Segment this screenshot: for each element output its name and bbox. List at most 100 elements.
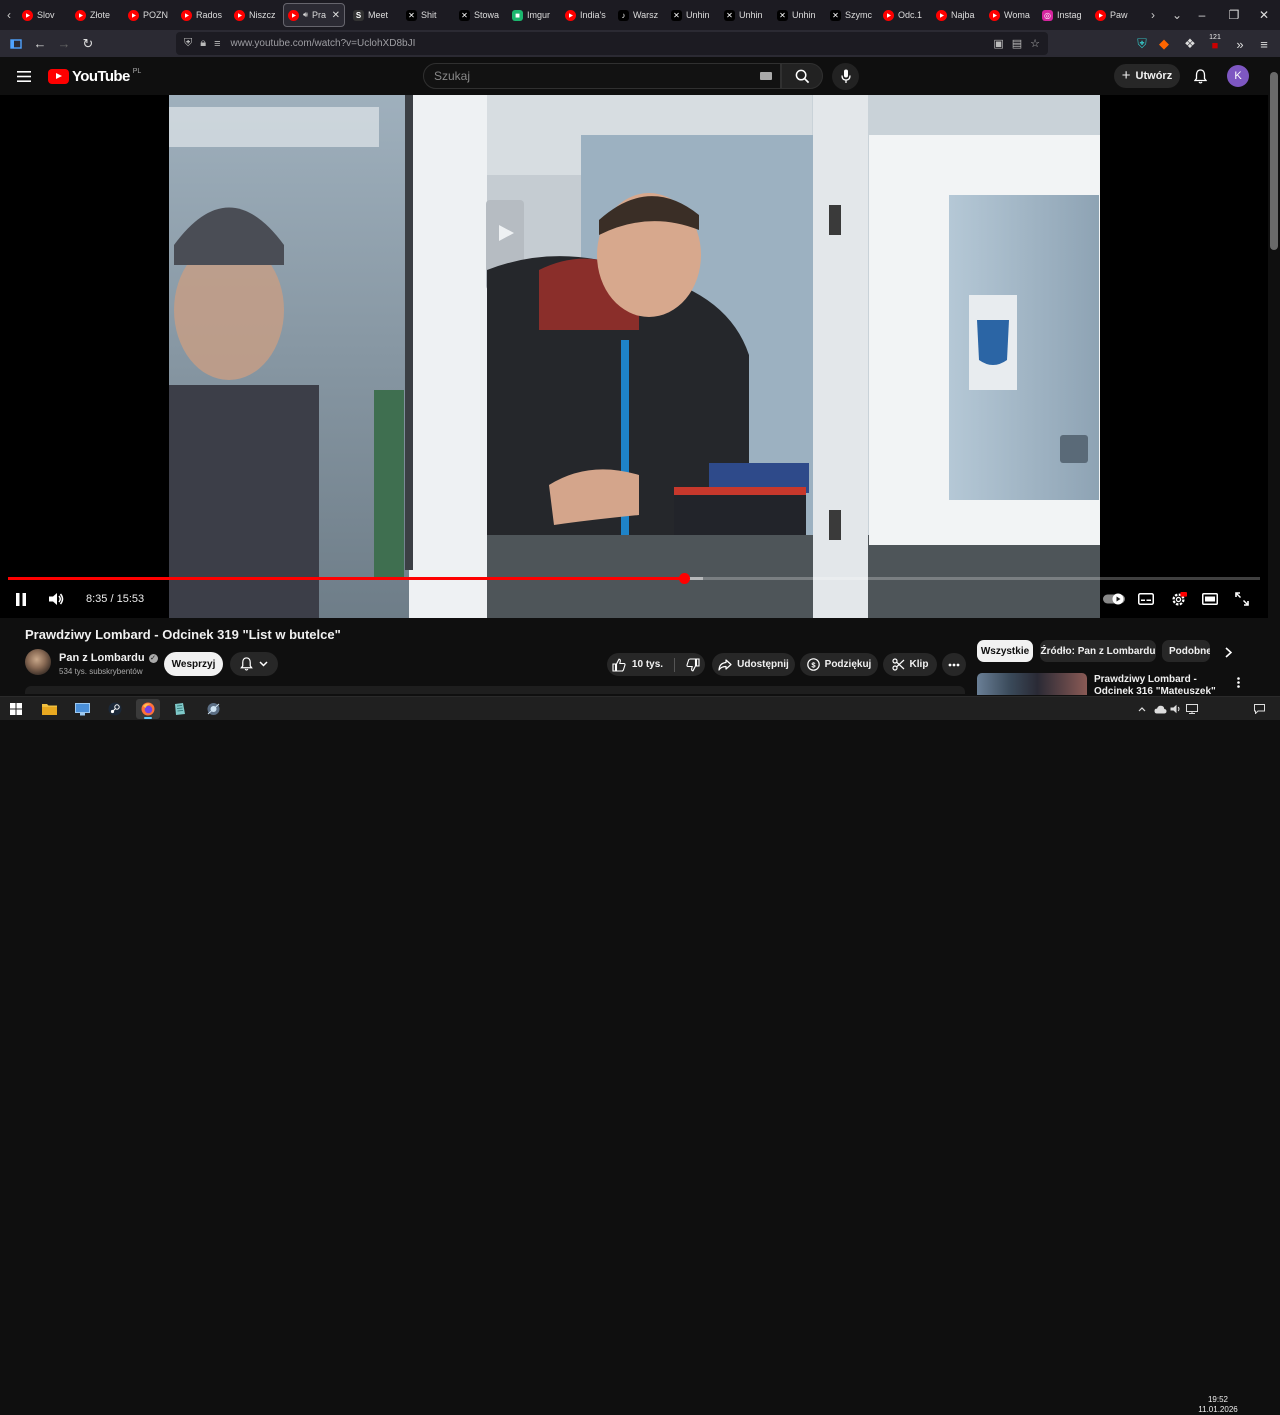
recommendation-title[interactable]: Prawdziwy Lombard - Odcinek 316 "Mateusz… — [1094, 674, 1234, 696]
more-tools-icon[interactable]: » — [1228, 32, 1252, 56]
browser-tab[interactable]: S Meet — [349, 3, 398, 27]
steam-icon[interactable] — [103, 699, 127, 719]
browser-tab-strip: ‹ Slov Złote POZN Rados Niszcz 🔊︎ Pra ✕ S Meet ✕ Sh… — [0, 0, 1280, 30]
browser-tab[interactable]: Najba — [932, 3, 981, 27]
restore-icon[interactable]: ❐ — [1218, 0, 1250, 30]
browser-tab[interactable]: Niszcz — [230, 3, 279, 27]
bookmark-star-icon[interactable]: ☆ — [1030, 37, 1040, 50]
notifications-bell-icon[interactable] — [1190, 66, 1210, 86]
fullscreen-button[interactable] — [1230, 587, 1254, 611]
lock-icon[interactable]: 🔒︎ — [200, 37, 206, 50]
settings-button[interactable] — [1166, 587, 1190, 611]
close-tab-icon[interactable]: ✕ — [332, 10, 340, 21]
notification-center-icon[interactable] — [1250, 699, 1268, 719]
youtube-logo[interactable]: YouTube PL — [48, 68, 141, 85]
browser-tab[interactable]: Rados — [177, 3, 226, 27]
firefox-icon[interactable] — [136, 699, 160, 719]
create-button[interactable]: + Utwórz — [1114, 64, 1180, 88]
address-bar[interactable]: ⛨ 🔒︎ ≡ www.youtube.com/watch?v=UclohXD8b… — [176, 32, 1048, 55]
app-menu-icon[interactable]: ≡ — [1252, 32, 1276, 56]
browser-tab[interactable]: ✕ Shit — [402, 3, 451, 27]
shield-icon[interactable]: ⛨ — [184, 37, 192, 50]
chip-from-channel[interactable]: Źródło: Pan z Lombardu — [1040, 640, 1156, 662]
recommendation-thumbnail[interactable] — [977, 673, 1087, 695]
recommendation-menu-icon[interactable] — [1232, 674, 1244, 690]
browser-tab[interactable]: ■ Imgur — [508, 3, 557, 27]
browser-tab[interactable]: ◎ Instag — [1038, 3, 1087, 27]
taskbar-clock[interactable]: 19:52 11.01.2026 — [1198, 1395, 1238, 1415]
chips-next-arrow-icon[interactable] — [1218, 642, 1238, 662]
sidebar-toggle-icon[interactable] — [4, 32, 28, 56]
like-button[interactable]: 10 tys. — [612, 658, 663, 672]
reader-view-icon[interactable]: ▤ — [1012, 37, 1022, 50]
extension-fox-icon[interactable]: ◆ — [1152, 32, 1176, 56]
search-input[interactable]: Szukaj — [423, 63, 781, 89]
hamburger-menu-icon[interactable] — [14, 66, 34, 86]
tray-overflow-chevron-icon[interactable] — [1136, 699, 1148, 719]
network-icon[interactable] — [1184, 699, 1200, 719]
autoplay-toggle[interactable] — [1102, 587, 1126, 611]
audio-playing-icon[interactable]: 🔊︎ — [303, 10, 308, 20]
account-avatar[interactable]: K — [1227, 65, 1249, 87]
tab-scroll-right-icon[interactable]: › — [1144, 0, 1162, 30]
back-icon[interactable]: ← — [28, 32, 52, 56]
browser-tab[interactable]: ✕ Szymc — [826, 3, 875, 27]
picture-in-picture-icon[interactable]: ▣ — [993, 37, 1003, 50]
browser-tab[interactable]: Slov — [18, 3, 67, 27]
channel-avatar[interactable] — [25, 649, 51, 675]
browser-tab[interactable]: Złote — [71, 3, 120, 27]
browser-tab[interactable]: 🔊︎ Pra ✕ — [283, 3, 345, 27]
start-windows-icon[interactable] — [4, 699, 28, 719]
volume-button[interactable] — [44, 587, 68, 611]
cloud-sync-icon[interactable] — [1152, 699, 1168, 719]
search-button[interactable] — [781, 63, 823, 89]
notes-app-icon[interactable] — [168, 699, 192, 719]
join-button[interactable]: Wesprzyj — [164, 652, 223, 676]
video-player[interactable]: 8:35 / 15:53 — [0, 95, 1268, 618]
share-button[interactable]: Udostępnij — [712, 653, 795, 676]
thanks-button[interactable]: $ Podziękuj — [800, 653, 878, 676]
clip-button[interactable]: Klip — [883, 653, 937, 676]
chip-all[interactable]: Wszystkie — [977, 640, 1033, 662]
vpn-shield-icon[interactable]: ⛨ — [1130, 32, 1154, 56]
remote-desktop-icon[interactable] — [70, 699, 94, 719]
dislike-button[interactable] — [686, 657, 700, 672]
browser-tab[interactable]: ✕ Unhin — [720, 3, 769, 27]
minimize-icon[interactable]: – — [1186, 0, 1218, 30]
reload-icon[interactable]: ↻ — [76, 32, 100, 56]
browser-tab[interactable]: Paw — [1091, 3, 1140, 27]
progress-bar[interactable] — [8, 573, 1260, 584]
browser-tab[interactable]: ✕ Unhin — [773, 3, 822, 27]
more-actions-button[interactable] — [942, 653, 966, 676]
subtitles-button[interactable] — [1134, 587, 1158, 611]
extensions-puzzle-icon[interactable]: ❖ — [1178, 32, 1202, 56]
forward-icon[interactable]: → — [52, 32, 76, 56]
browser-tab[interactable]: ✕ Stowa — [455, 3, 504, 27]
scrubber-handle[interactable] — [679, 573, 691, 584]
browser-tab-label: Imgur — [527, 10, 551, 20]
browser-tab[interactable]: India's — [561, 3, 610, 27]
ublock-icon[interactable]: 121 ■ — [1203, 32, 1227, 56]
description-box[interactable] — [25, 686, 965, 694]
file-explorer-icon[interactable] — [37, 699, 61, 719]
browser-tab[interactable]: POZN — [124, 3, 173, 27]
voice-search-button[interactable] — [832, 63, 859, 90]
browser-tab[interactable]: ♪ Warsz — [614, 3, 663, 27]
tab-list-dropdown-icon[interactable]: ⌄ — [1168, 0, 1186, 30]
scrollbar-thumb[interactable] — [1270, 72, 1278, 250]
chip-related[interactable]: Podobne — [1162, 640, 1210, 662]
tab-scroll-left-icon[interactable]: ‹ — [0, 0, 18, 30]
browser-tab[interactable]: Odc.1 — [879, 3, 928, 27]
pause-button[interactable] — [10, 587, 32, 611]
theater-mode-button[interactable] — [1198, 587, 1222, 611]
permissions-icon[interactable]: ≡ — [214, 38, 220, 50]
close-window-icon[interactable]: ✕ — [1248, 0, 1280, 30]
speaker-icon[interactable] — [1168, 699, 1184, 719]
browser-tab[interactable]: Woma — [985, 3, 1034, 27]
channel-name[interactable]: Pan z Lombardu ✓ — [59, 652, 158, 664]
game-controller-icon[interactable] — [201, 699, 225, 719]
video-frame[interactable] — [169, 95, 1100, 618]
keyboard-icon[interactable] — [760, 72, 772, 80]
browser-tab[interactable]: ✕ Unhin — [667, 3, 716, 27]
subscription-bell-button[interactable] — [230, 652, 278, 676]
